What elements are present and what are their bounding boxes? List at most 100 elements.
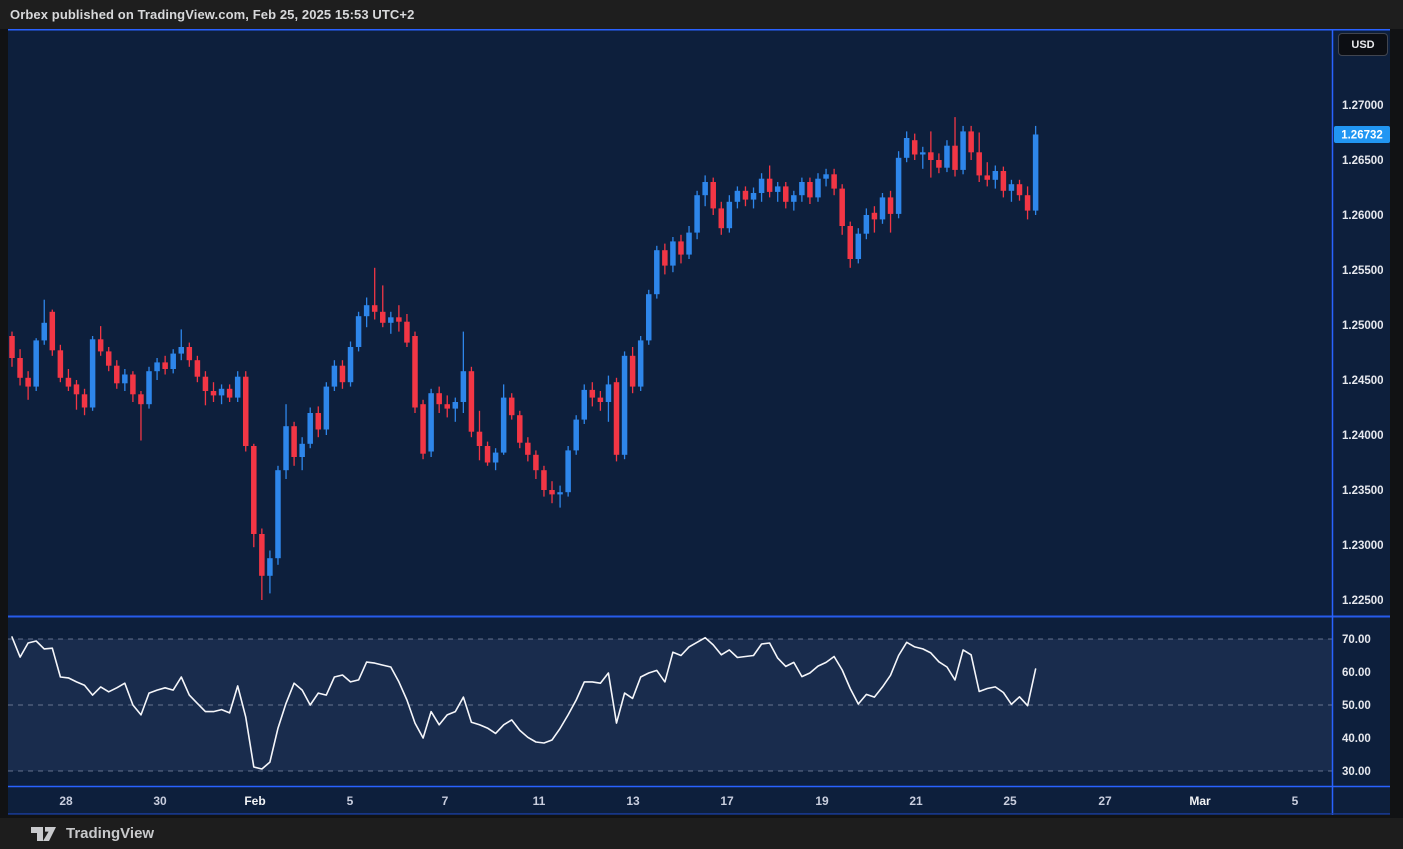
candle	[598, 391, 604, 411]
candle-body	[324, 387, 330, 430]
price-axis[interactable]: 1.270001.265001.260001.255001.250001.245…	[1342, 100, 1384, 607]
candle-body	[412, 336, 418, 408]
candle	[993, 166, 999, 189]
candle	[582, 384, 588, 424]
candle	[823, 169, 829, 187]
candle	[864, 208, 870, 239]
candle-body	[936, 160, 942, 168]
candle-body	[501, 398, 507, 453]
candle	[58, 345, 64, 382]
candle	[259, 529, 265, 601]
candle	[461, 332, 467, 413]
candle	[831, 169, 837, 195]
candle-body	[162, 362, 168, 369]
candle-body	[9, 336, 15, 358]
candle	[856, 228, 862, 263]
candle	[348, 342, 354, 387]
candle-body	[509, 398, 514, 416]
candle-body	[348, 347, 354, 382]
candle-body	[1033, 134, 1039, 210]
candle	[428, 389, 434, 457]
candle	[420, 400, 426, 459]
candle	[880, 193, 886, 224]
candle-body	[944, 146, 950, 168]
candle-body	[807, 182, 813, 197]
tradingview-brand-text[interactable]: TradingView	[66, 825, 154, 842]
candle-body	[1017, 184, 1023, 195]
candle	[82, 389, 88, 415]
candle-body	[17, 358, 23, 378]
candle-body	[179, 347, 185, 354]
candle	[791, 191, 797, 211]
time-axis[interactable]: 2830Feb5711131719212527Mar5	[59, 794, 1298, 808]
candle-body	[187, 347, 193, 360]
time-tick-label: 28	[59, 794, 73, 808]
candle	[469, 367, 475, 437]
chart-svg[interactable]: 1.270001.265001.260001.255001.250001.245…	[8, 29, 1390, 815]
candle	[33, 338, 39, 391]
candle-body	[864, 215, 870, 234]
candle	[436, 387, 442, 413]
candle-body	[670, 241, 676, 265]
candle	[662, 244, 668, 275]
candle-body	[815, 179, 821, 198]
candle-body	[678, 241, 684, 254]
candle-body	[154, 362, 160, 371]
candle-body	[960, 131, 966, 170]
candle-body	[1001, 171, 1007, 191]
candle-body	[106, 351, 112, 365]
candle	[799, 178, 805, 202]
candle	[573, 415, 579, 455]
candle-body	[493, 453, 499, 463]
candle	[767, 166, 773, 198]
candle-body	[1009, 184, 1015, 191]
candle	[888, 191, 894, 233]
candle	[912, 134, 918, 160]
candle-body	[251, 446, 256, 534]
time-tick-label: 13	[626, 794, 640, 808]
candle-body	[340, 366, 346, 383]
price-tick-label: 1.23000	[1342, 540, 1384, 552]
candle-body	[646, 294, 652, 340]
candle-body	[90, 339, 96, 407]
candle	[356, 312, 362, 352]
candle-body	[751, 193, 757, 200]
candle	[211, 382, 217, 402]
candle-body	[227, 389, 233, 398]
candle-body	[485, 446, 491, 463]
candle-body	[791, 195, 797, 202]
candle-body	[952, 146, 958, 170]
candle	[702, 175, 708, 206]
candle	[936, 153, 942, 173]
candle	[9, 332, 15, 367]
chart-area[interactable]: 1.270001.265001.260001.255001.250001.245…	[8, 29, 1390, 815]
candle	[485, 442, 491, 466]
candle-body	[420, 404, 426, 454]
candle-body	[66, 378, 72, 387]
candle-body	[598, 398, 604, 402]
rsi-tick-label: 40.00	[1342, 733, 1371, 745]
candle-body	[847, 226, 853, 259]
candle	[775, 182, 781, 202]
candle-body	[606, 384, 612, 402]
time-tick-label: 27	[1098, 794, 1112, 808]
rsi-tick-label: 30.00	[1342, 766, 1371, 778]
rsi-axis[interactable]: 70.0060.0050.0040.0030.00	[1342, 634, 1371, 778]
candle	[557, 486, 563, 508]
candle-body	[50, 312, 56, 351]
candle-body	[783, 186, 789, 201]
candle	[654, 246, 660, 299]
candle-body	[638, 340, 644, 386]
currency-button[interactable]: USD	[1338, 33, 1388, 56]
candle-body	[461, 371, 467, 402]
candle	[412, 332, 418, 413]
candle	[493, 448, 499, 470]
candle-body	[41, 323, 47, 341]
candle-body	[195, 360, 201, 377]
candle	[1017, 180, 1023, 201]
candle	[404, 314, 410, 347]
candle	[187, 343, 193, 367]
candle-body	[880, 197, 886, 219]
candle	[847, 222, 853, 268]
candle-body	[291, 426, 297, 457]
